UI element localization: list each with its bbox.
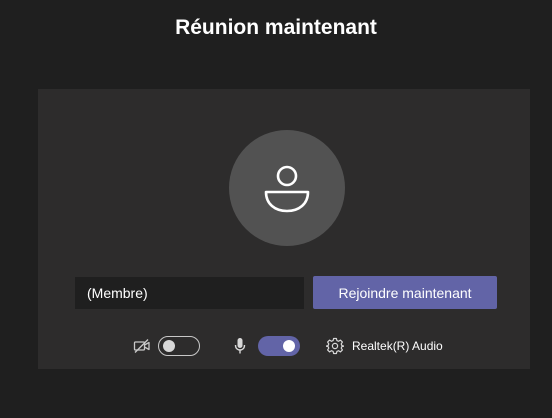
person-icon (264, 165, 310, 213)
camera-off-icon (133, 339, 150, 353)
device-controls: Realtek(R) Audio (38, 334, 530, 358)
camera-toggle[interactable] (158, 336, 200, 356)
prejoin-panel: Rejoindre maintenant Realtek(R) Audio (38, 89, 530, 369)
microphone-icon (234, 338, 246, 354)
microphone-toggle[interactable] (258, 336, 300, 356)
microphone-toggle-knob (283, 340, 295, 352)
gear-icon[interactable] (326, 337, 344, 355)
audio-device-label[interactable]: Realtek(R) Audio (352, 334, 443, 358)
join-now-button[interactable]: Rejoindre maintenant (313, 276, 497, 309)
camera-toggle-knob (163, 340, 175, 352)
meeting-title: Réunion maintenant (175, 16, 377, 39)
avatar (229, 130, 345, 246)
name-input[interactable] (75, 277, 304, 309)
